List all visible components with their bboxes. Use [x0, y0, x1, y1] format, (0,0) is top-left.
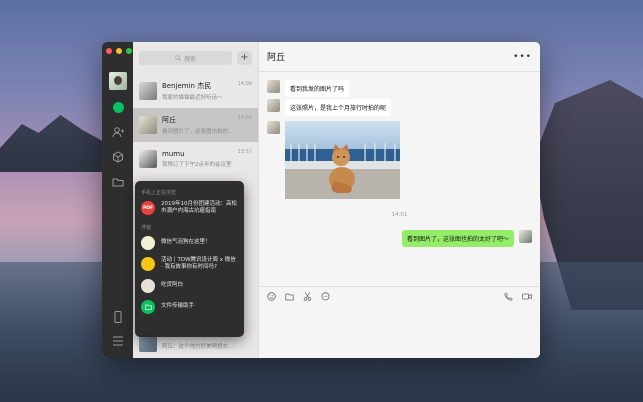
- message-timestamp: 14:01: [391, 212, 408, 218]
- popup-item-doc[interactable]: PDF 2019年10月份团建活动：高松市潮户内海古坑瘤指南: [141, 201, 238, 216]
- minimize-button[interactable]: [116, 48, 122, 54]
- file-transfer-icon: [141, 299, 155, 314]
- message-area: 看到我发的图片了吗 这张照片，是我上个月旅行时拍的呢 14:01 看到图片了，这…: [259, 72, 540, 286]
- popup-item-file-transfer[interactable]: 文件传输助手: [141, 299, 238, 314]
- sidebar: [102, 42, 133, 358]
- avatar[interactable]: [109, 72, 127, 90]
- search-icon: [175, 55, 181, 61]
- message-bubble[interactable]: 这张照片，是我上个月旅行时拍的呢: [285, 99, 392, 116]
- chat-item-mumu[interactable]: mumu 我预订了下午2点半的会议室 13:57: [133, 142, 258, 176]
- phone-device-icon[interactable]: [111, 310, 125, 324]
- add-button[interactable]: +: [237, 51, 252, 65]
- more-icon[interactable]: •••: [513, 52, 532, 62]
- popup-item-bubble-dog[interactable]: 微信气泡狗在这里！: [141, 235, 238, 250]
- message-image: [267, 121, 400, 199]
- floating-window-popup: 手机上正在浏览 PDF 2019年10月份团建活动：高松市潮户内海古坑瘤指南 浮…: [135, 181, 244, 337]
- cat-photo[interactable]: [285, 121, 400, 199]
- chat-item-benjemin[interactable]: Benjemin 杰民 我家的猫猫最近好听话～ 14:09: [133, 74, 258, 108]
- chat-time: 13:57: [237, 149, 252, 155]
- popup-item-label: 2019年10月份团建活动：高松市潮户内海古坑瘤指南: [161, 201, 237, 215]
- message-sent: 看到图片了，这张图也拍的太好了吧～: [401, 230, 532, 247]
- avatar: [267, 80, 280, 93]
- message-received: 这张照片，是我上个月旅行时拍的呢: [267, 99, 392, 116]
- chat-item-aqiu[interactable]: 阿丘 看到图片了，这张图也拍的... 14:01: [133, 108, 258, 142]
- input-toolbar: [259, 286, 540, 308]
- popup-item-label: 微信气泡狗在这里！: [161, 239, 211, 246]
- pdf-icon: PDF: [141, 201, 155, 216]
- close-button[interactable]: [106, 48, 112, 54]
- scissors-icon[interactable]: [303, 292, 312, 303]
- foodie-avatar-icon: [141, 278, 155, 293]
- phone-icon[interactable]: [504, 292, 513, 303]
- message-bubble[interactable]: 看到我发的图片了吗: [285, 80, 350, 97]
- message-bubble[interactable]: 看到图片了，这张图也拍的太好了吧～: [401, 230, 514, 247]
- chat-preview: 我预订了下午2点半的会议室: [162, 162, 232, 168]
- popup-item-label: 活动丨TDW腾讯设计周 x 微信 · 我有故事你有时间吗?: [161, 256, 236, 271]
- menu-icon[interactable]: [111, 334, 125, 348]
- avatar: [267, 99, 280, 112]
- avatar: [139, 150, 157, 168]
- search-row: 搜索 +: [133, 42, 258, 74]
- search-input[interactable]: 搜索: [139, 51, 232, 65]
- zoom-button[interactable]: [126, 48, 132, 54]
- popup-item-label: 文件传输助手: [161, 302, 195, 309]
- search-placeholder: 搜索: [183, 55, 196, 63]
- tdw-icon: [141, 257, 155, 272]
- section-label-floating: 浮窗: [141, 224, 152, 231]
- conversation-header: 阿丘 •••: [259, 42, 540, 72]
- chat-preview: 阿丘：这个地方好美啊想去...: [162, 344, 234, 350]
- dog-avatar-icon: [141, 235, 155, 250]
- conversation-title: 阿丘: [267, 53, 286, 63]
- contacts-icon[interactable]: [111, 125, 125, 139]
- message-input[interactable]: [259, 308, 540, 358]
- video-icon[interactable]: [522, 292, 532, 303]
- cat-photo-drawing: [285, 143, 400, 199]
- folder-icon[interactable]: [285, 292, 294, 303]
- avatar: [267, 121, 280, 134]
- background-cliff-left: [0, 115, 110, 172]
- section-label-browsing: 手机上正在浏览: [141, 190, 177, 196]
- popup-item-foodie[interactable]: 吃货阿白: [141, 278, 238, 293]
- chat-preview: 我家的猫猫最近好听话～: [162, 95, 223, 101]
- emoji-icon[interactable]: [267, 292, 276, 303]
- chat-time: 14:09: [237, 81, 252, 87]
- window-controls: [106, 48, 132, 54]
- folder-icon[interactable]: [111, 175, 125, 189]
- cube-icon[interactable]: [111, 150, 125, 164]
- popup-item-label: 吃货阿白: [161, 281, 184, 288]
- avatar: [139, 82, 157, 100]
- avatar: [519, 230, 532, 243]
- conversation-panel: 阿丘 ••• 看到我发的图片了吗 这张照片，是我上个月旅行时拍的呢 14:01 …: [259, 42, 540, 358]
- chat-icon[interactable]: [111, 100, 125, 114]
- chat-preview: 看到图片了，这张图也拍的...: [162, 129, 234, 135]
- chat-bubble-icon[interactable]: [321, 292, 330, 303]
- popup-item-tdw[interactable]: 活动丨TDW腾讯设计周 x 微信 · 我有故事你有时间吗?: [141, 257, 238, 272]
- message-received: 看到我发的图片了吗: [267, 80, 350, 97]
- chat-time: 14:01: [237, 115, 252, 121]
- avatar: [139, 116, 157, 134]
